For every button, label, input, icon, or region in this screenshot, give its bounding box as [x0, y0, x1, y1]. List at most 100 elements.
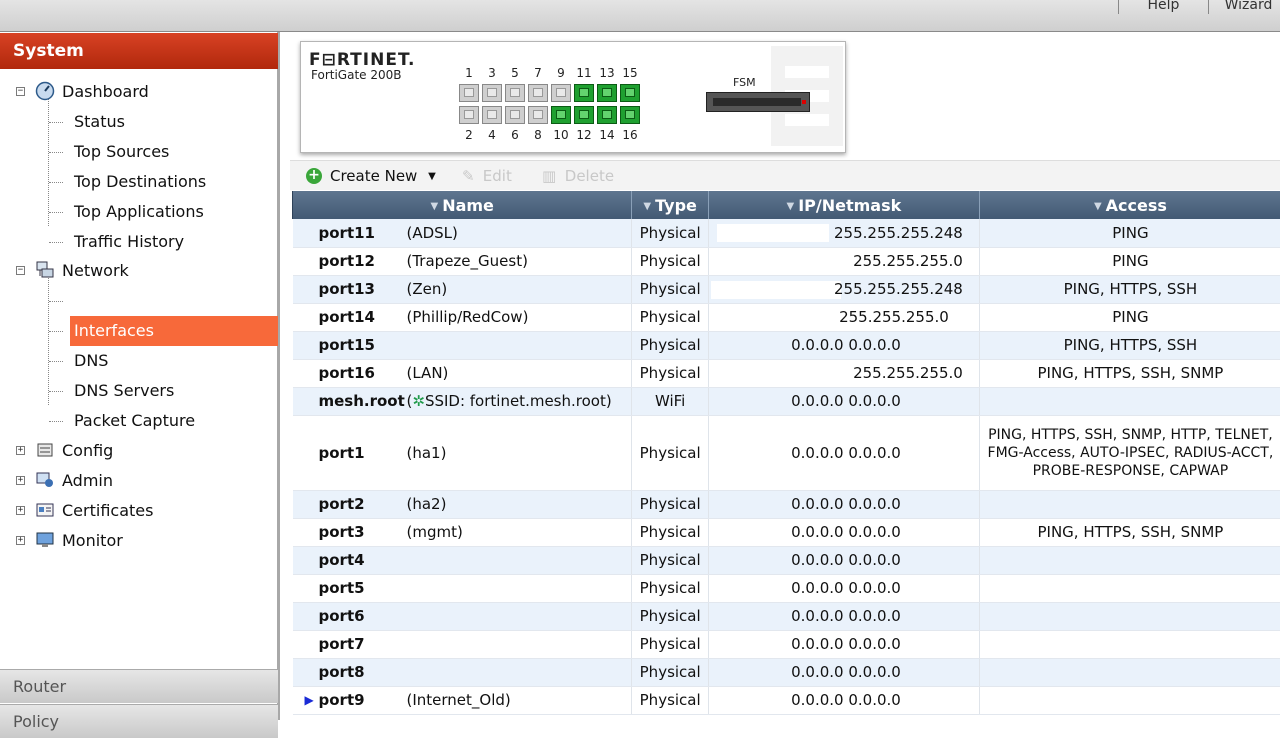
port-11-indicator[interactable] [574, 84, 594, 102]
access-list [979, 574, 1280, 602]
collapse-icon[interactable]: − [16, 266, 25, 275]
sidebar-item-admin[interactable]: + Admin [0, 466, 280, 496]
port-name: port1 [319, 444, 365, 462]
column-label: IP/Netmask [798, 196, 901, 215]
sidebar-item-label: Interfaces [74, 316, 154, 346]
collapse-icon[interactable]: − [16, 87, 25, 96]
sidebar-item-monitor[interactable]: + Monitor [0, 526, 280, 556]
sidebar-item-interfaces-selected[interactable]: Interfaces [70, 316, 278, 346]
help-button[interactable]: Help [1118, 0, 1208, 14]
table-row[interactable]: ▶port9(Internet_Old) Physical 0.0.0.0 0.… [293, 686, 1280, 714]
port-name: port12 [319, 252, 375, 270]
sidebar-item-config[interactable]: + Config [0, 436, 280, 466]
filter-icon[interactable]: ▼ [787, 201, 795, 212]
fsm-slot[interactable] [706, 92, 810, 112]
sidebar-item-status[interactable]: Status [0, 107, 280, 137]
filter-icon[interactable]: ▼ [430, 201, 438, 212]
edit-button[interactable]: ✎ Edit [462, 161, 512, 191]
admin-icon [35, 470, 55, 490]
port-13-indicator[interactable] [597, 84, 617, 102]
port-number: 6 [504, 128, 526, 142]
ip-netmask: 0.0.0.0 0.0.0.0 [708, 686, 979, 714]
sidebar-item-top-sources[interactable]: Top Sources [0, 137, 280, 167]
tree-connector [0, 286, 70, 316]
port-alias: (ADSL) [407, 224, 458, 242]
port-number: 1 [458, 66, 480, 80]
sidebar-item-label: Traffic History [74, 227, 184, 257]
port-9-indicator[interactable] [551, 84, 571, 102]
port-name: port3 [319, 523, 365, 541]
access-list: PING [979, 303, 1280, 331]
column-header-name[interactable]: ▼Name [293, 191, 632, 219]
filter-icon[interactable]: ▼ [643, 201, 651, 212]
table-row[interactable]: port8 Physical 0.0.0.0 0.0.0.0 [293, 658, 1280, 686]
table-row[interactable]: port11(ADSL) Physical 255.255.255.248 PI… [293, 219, 1280, 247]
table-row[interactable]: port5 Physical 0.0.0.0 0.0.0.0 [293, 574, 1280, 602]
trash-icon: ▥ [542, 161, 560, 191]
port-16-indicator[interactable] [620, 106, 640, 124]
port-type: Physical [632, 359, 709, 387]
table-row[interactable]: port14(Phillip/RedCow) Physical 255.255.… [293, 303, 1280, 331]
sidebar-item-dns[interactable]: DNS [0, 346, 280, 376]
port-14-indicator[interactable] [597, 106, 617, 124]
port-8-indicator[interactable] [528, 106, 548, 124]
table-row[interactable]: port4 Physical 0.0.0.0 0.0.0.0 [293, 546, 1280, 574]
table-row[interactable]: port16(LAN) Physical 255.255.255.0 PING,… [293, 359, 1280, 387]
expand-icon[interactable]: + [16, 446, 25, 455]
table-row[interactable]: port3(mgmt) Physical 0.0.0.0 0.0.0.0 PIN… [293, 518, 1280, 546]
sidebar-item-certificates[interactable]: + Certificates [0, 496, 280, 526]
top-bar: Help Wizard [0, 0, 1280, 32]
system-section-header[interactable]: System [0, 33, 278, 69]
port-name: port2 [319, 495, 365, 513]
expand-icon[interactable]: + [16, 536, 25, 545]
router-section-header[interactable]: Router [0, 669, 278, 703]
sidebar-item-top-destinations[interactable]: Top Destinations [0, 167, 280, 197]
table-row[interactable]: port6 Physical 0.0.0.0 0.0.0.0 [293, 602, 1280, 630]
port-7-indicator[interactable] [528, 84, 548, 102]
port-name: port5 [319, 579, 365, 597]
sidebar-item-traffic-history[interactable]: Traffic History [0, 227, 280, 257]
filter-icon[interactable]: ▼ [1094, 201, 1102, 212]
port-10-indicator[interactable] [551, 106, 571, 124]
port-number: 16 [619, 128, 641, 142]
sidebar-item-dashboard[interactable]: − Dashboard [0, 77, 280, 107]
sidebar-item-top-applications[interactable]: Top Applications [0, 197, 280, 227]
ip-netmask: 0.0.0.0 0.0.0.0 [708, 658, 979, 686]
delete-button[interactable]: ▥ Delete [542, 161, 614, 191]
port-name: port16 [319, 364, 375, 382]
create-new-button[interactable]: Create New ▼ [330, 161, 436, 191]
port-number: 3 [481, 66, 503, 80]
access-list [979, 490, 1280, 518]
table-row[interactable]: port12(Trapeze_Guest) Physical 255.255.2… [293, 247, 1280, 275]
port-12-indicator[interactable] [574, 106, 594, 124]
column-header-type[interactable]: ▼Type [632, 191, 709, 219]
certificates-icon [35, 500, 55, 520]
port-15-indicator[interactable] [620, 84, 640, 102]
ip-netmask: 0.0.0.0 0.0.0.0 [708, 518, 979, 546]
table-row[interactable]: port15 Physical 0.0.0.0 0.0.0.0 PING, HT… [293, 331, 1280, 359]
sidebar-item-network[interactable]: − Network [0, 256, 280, 286]
port-3-indicator[interactable] [482, 84, 502, 102]
column-header-ip[interactable]: ▼IP/Netmask [708, 191, 979, 219]
port-6-indicator[interactable] [505, 106, 525, 124]
sidebar-item-packet-capture[interactable]: Packet Capture [0, 406, 280, 436]
table-row[interactable]: mesh.root(✲SSID: fortinet.mesh.root) WiF… [293, 387, 1280, 415]
policy-section-header[interactable]: Policy [0, 704, 278, 738]
access-list: PING, HTTPS, SSH, SNMP [979, 518, 1280, 546]
port-2-indicator[interactable] [459, 106, 479, 124]
column-header-access[interactable]: ▼Access [979, 191, 1280, 219]
port-4-indicator[interactable] [482, 106, 502, 124]
port-1-indicator[interactable] [459, 84, 479, 102]
port-type: Physical [632, 630, 709, 658]
table-row[interactable]: port7 Physical 0.0.0.0 0.0.0.0 [293, 630, 1280, 658]
table-row[interactable]: port2(ha2) Physical 0.0.0.0 0.0.0.0 [293, 490, 1280, 518]
sidebar-item-label: DNS Servers [74, 376, 174, 406]
sidebar-item-dns-servers[interactable]: DNS Servers [0, 376, 280, 406]
port-5-indicator[interactable] [505, 84, 525, 102]
wizard-button[interactable]: Wizard [1208, 0, 1280, 14]
table-row[interactable]: port13(Zen) Physical 255.255.255.248 PIN… [293, 275, 1280, 303]
table-row[interactable]: port1(ha1) Physical 0.0.0.0 0.0.0.0 PING… [293, 415, 1280, 490]
expand-icon[interactable]: + [16, 476, 25, 485]
expand-icon[interactable]: + [16, 506, 25, 515]
port-number: 8 [527, 128, 549, 142]
